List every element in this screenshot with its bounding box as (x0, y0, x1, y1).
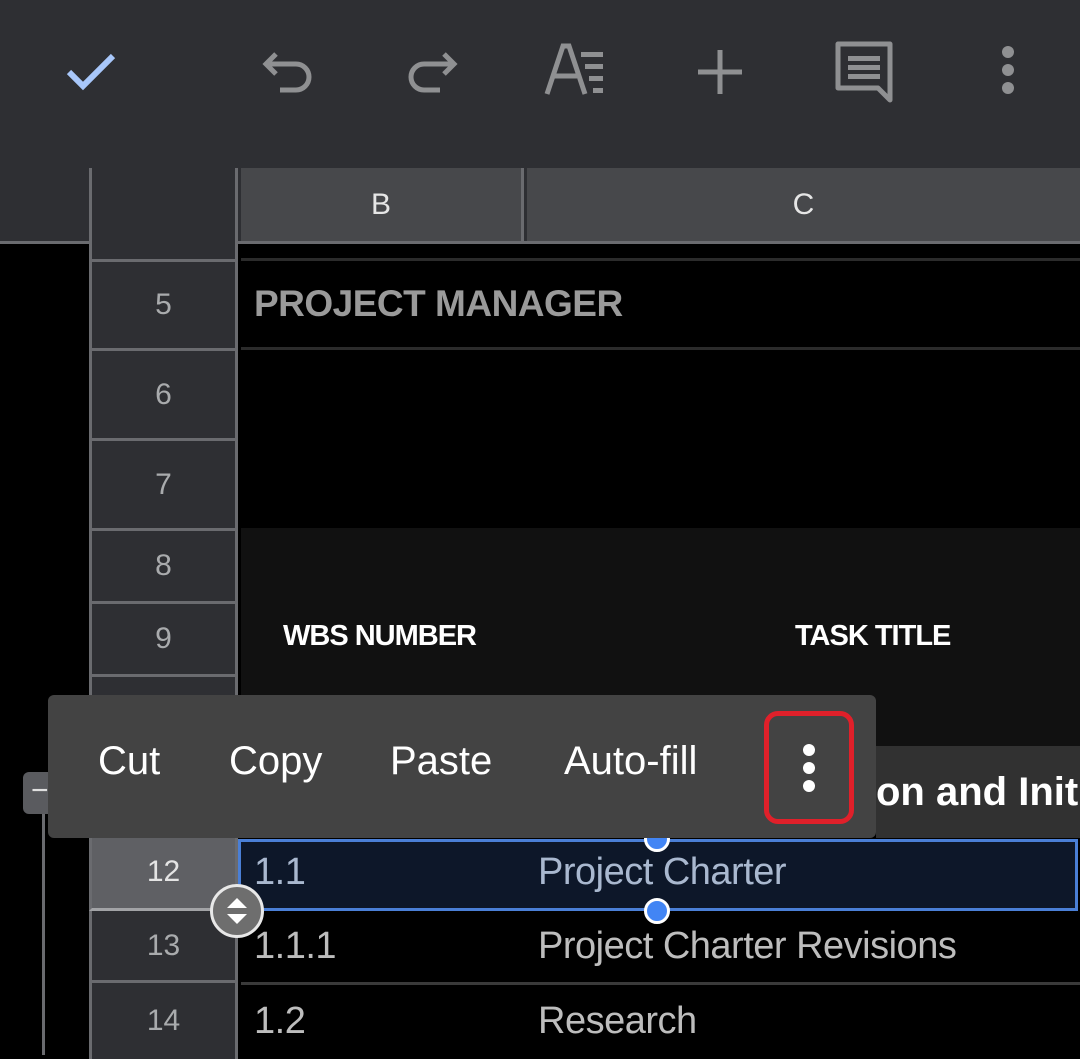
row-header-8[interactable]: 8 (89, 531, 238, 604)
plus-icon (698, 50, 742, 94)
cell-b12[interactable]: 1.1 (254, 851, 306, 894)
cell-c9-header[interactable]: TASK TITLE (795, 620, 951, 653)
row-header-9[interactable]: 9 (89, 604, 238, 677)
selection-handle-bottom[interactable] (644, 898, 670, 924)
done-button[interactable] (55, 36, 127, 108)
text-format-icon (544, 43, 603, 95)
cell-c12[interactable]: Project Charter (538, 851, 787, 894)
cell-b9-header[interactable]: WBS NUMBER (283, 620, 477, 653)
select-all-corner[interactable] (89, 168, 238, 244)
gridline (241, 347, 1080, 350)
cell-row11-phase[interactable]: on and Init (876, 770, 1080, 815)
gridline (241, 982, 1080, 985)
more-options-button[interactable] (972, 36, 1044, 108)
row-header-6[interactable]: 6 (89, 351, 238, 441)
row-header-7[interactable]: 7 (89, 441, 238, 531)
redo-icon (408, 52, 458, 93)
cell-b14[interactable]: 1.2 (254, 1000, 306, 1043)
menu-item-autofill[interactable]: Auto-fill (564, 739, 697, 784)
check-icon (66, 53, 116, 91)
undo-button[interactable] (252, 36, 324, 108)
menu-item-copy[interactable]: Copy (229, 739, 322, 784)
toolbar (0, 0, 1080, 168)
context-menu-more-button[interactable] (764, 711, 854, 824)
cell-b13[interactable]: 1.1.1 (254, 925, 337, 968)
menu-item-cut[interactable]: Cut (98, 739, 160, 784)
comment-button[interactable] (828, 36, 900, 108)
cell-b5-title[interactable]: PROJECT MANAGER (254, 283, 623, 325)
cell-c14[interactable]: Research (538, 1000, 697, 1043)
resize-arrows-icon (227, 898, 247, 924)
more-vert-icon (803, 743, 815, 792)
menu-item-paste[interactable]: Paste (390, 739, 492, 784)
undo-icon (262, 52, 312, 93)
row-header-14[interactable]: 14 (89, 983, 238, 1059)
row-resize-handle[interactable] (210, 884, 264, 938)
cell-c13[interactable]: Project Charter Revisions (538, 925, 957, 968)
row-header-4[interactable] (89, 244, 238, 262)
group-bracket-line (42, 814, 45, 1055)
gridline (241, 258, 1080, 261)
column-header-c[interactable]: C (527, 168, 1080, 241)
context-menu: Cut Copy Paste Auto-fill (48, 695, 876, 838)
more-vert-icon (1002, 46, 1014, 94)
column-header-b[interactable]: B (241, 168, 524, 241)
insert-button[interactable] (684, 36, 756, 108)
redo-button[interactable] (396, 36, 468, 108)
row-header-5[interactable]: 5 (89, 262, 238, 351)
text-format-button[interactable] (540, 36, 612, 108)
comment-icon (835, 41, 893, 103)
